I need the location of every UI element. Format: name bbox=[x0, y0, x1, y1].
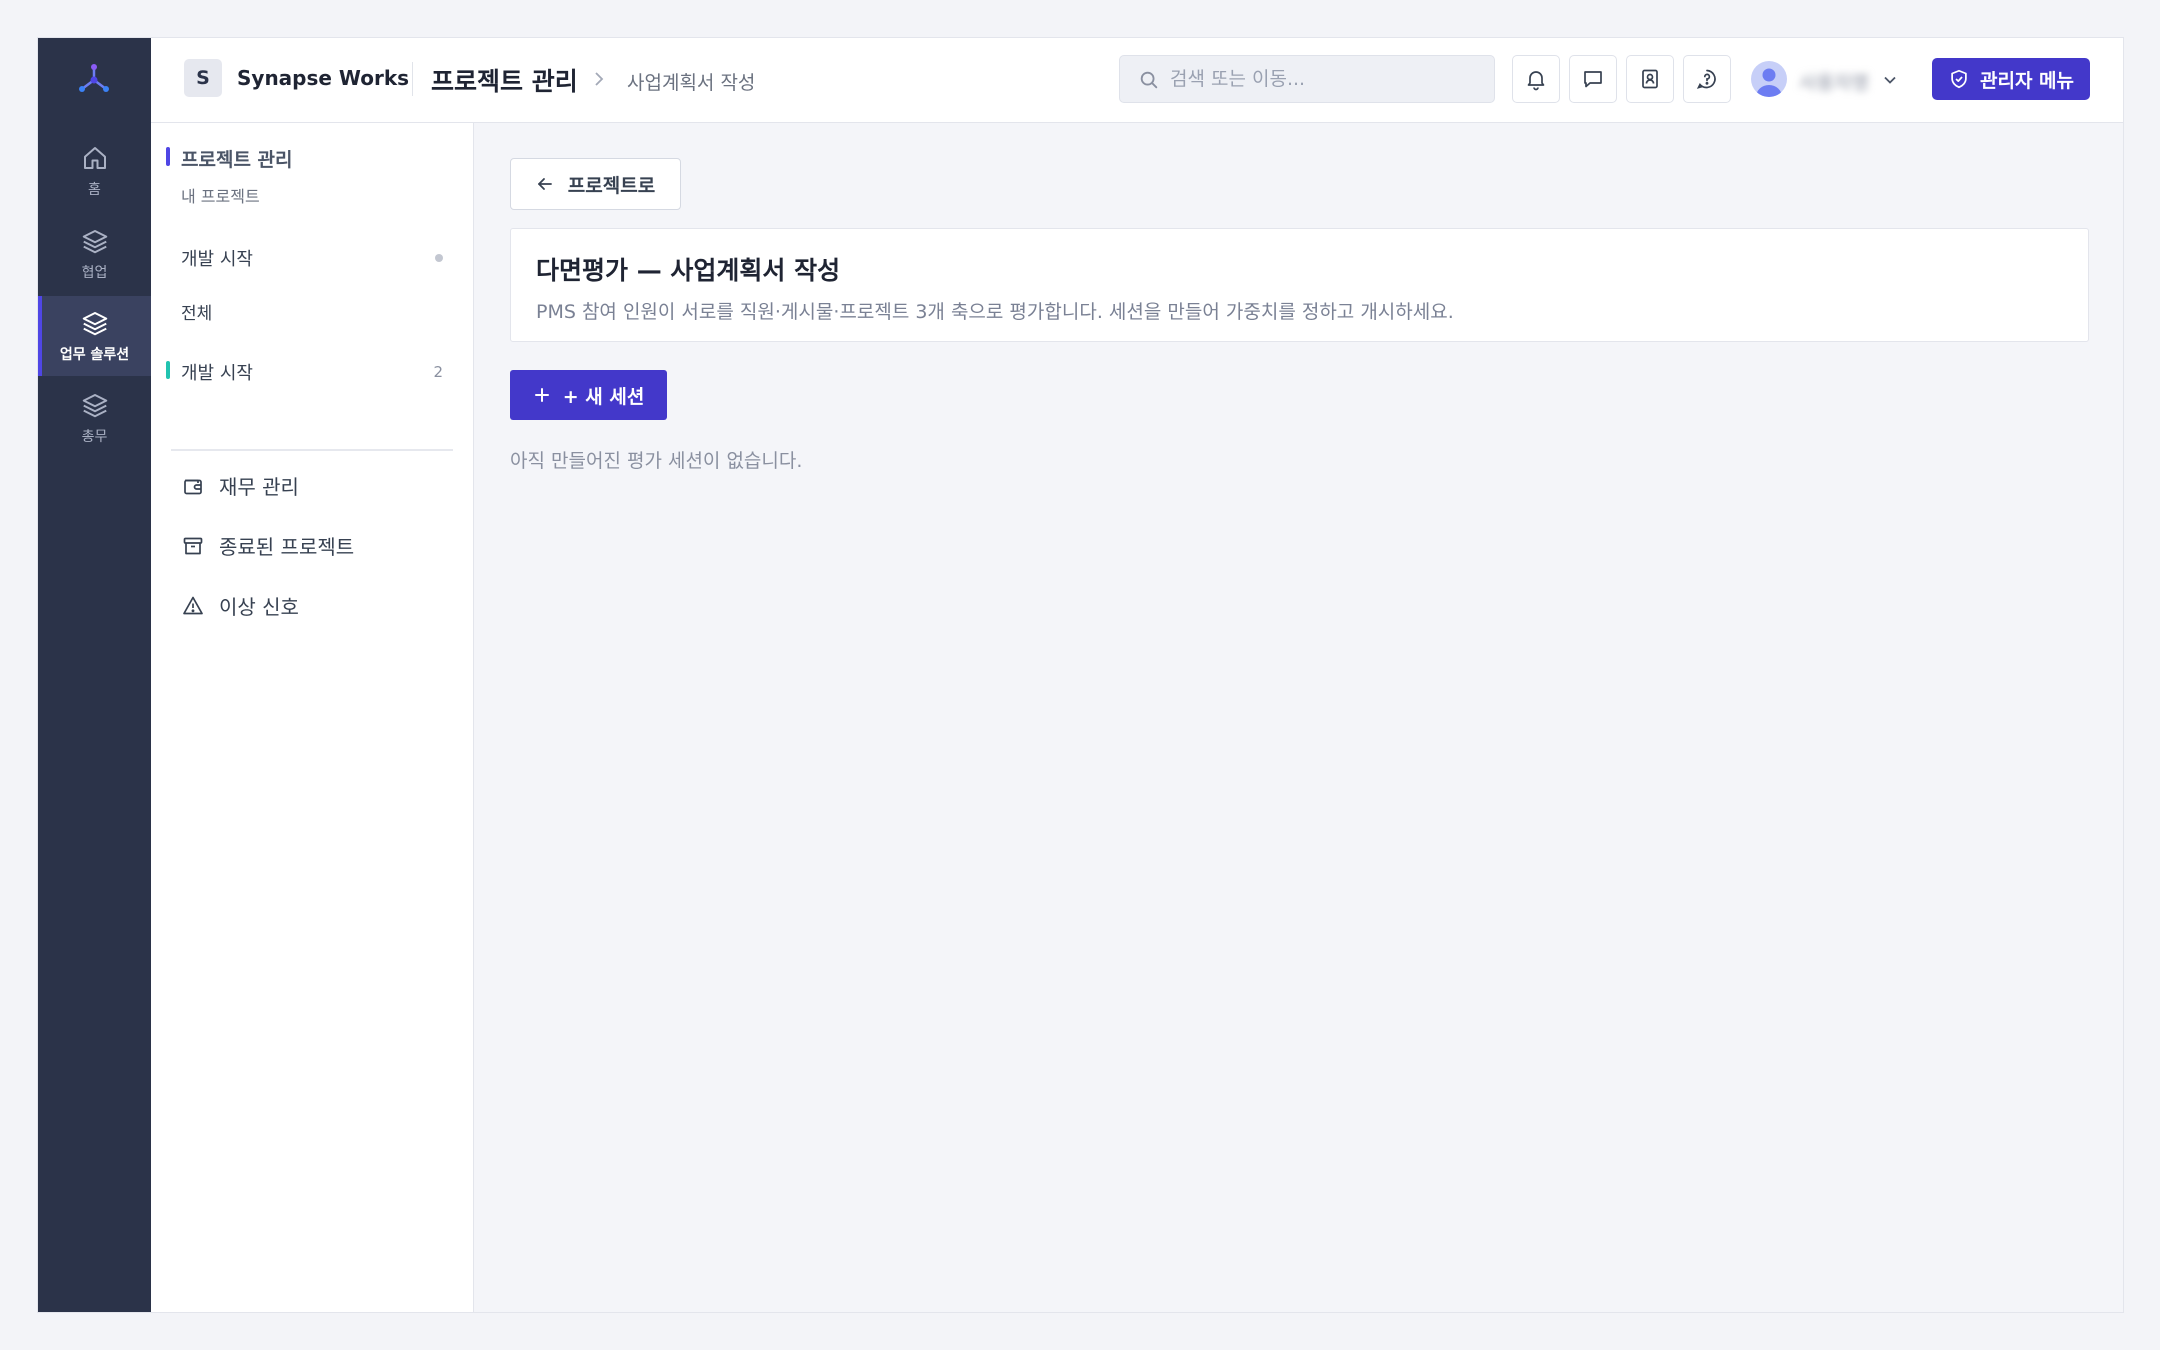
sidebar: 프로젝트 관리 내 프로젝트 개발 시작 전체 개발 시작 2 재무 관리 종료… bbox=[151, 123, 474, 1312]
bell-icon bbox=[1527, 71, 1545, 91]
rail-item-label: 홈 bbox=[88, 182, 101, 198]
rail-item-general-affairs[interactable]: 총무 bbox=[38, 378, 151, 458]
sidebar-item-label: 종료된 프로젝트 bbox=[219, 535, 355, 559]
archive-icon bbox=[183, 537, 203, 554]
sidebar-section-subtitle: 내 프로젝트 bbox=[181, 187, 260, 206]
new-session-label: + 새 세션 bbox=[562, 385, 645, 408]
rail-item-label: 협업 bbox=[81, 265, 108, 281]
wallet-icon bbox=[184, 479, 202, 494]
contact-book-icon bbox=[1642, 69, 1658, 89]
search-box[interactable] bbox=[1119, 55, 1495, 103]
new-session-button[interactable]: + 새 세션 bbox=[510, 370, 667, 420]
contacts-button[interactable] bbox=[1626, 55, 1674, 103]
workspace-badge[interactable]: S bbox=[184, 59, 222, 97]
chevron-right-icon bbox=[595, 72, 604, 86]
rail-item-label: 업무 솔루션 bbox=[59, 347, 130, 363]
warning-icon bbox=[183, 596, 203, 614]
app-logo-icon[interactable] bbox=[74, 60, 114, 100]
back-to-project-button[interactable]: 프로젝트로 bbox=[510, 158, 681, 210]
home-icon bbox=[83, 147, 106, 169]
sidebar-item-all[interactable]: 전체 bbox=[181, 299, 443, 324]
admin-menu-label: 관리자 메뉴 bbox=[1979, 69, 2074, 92]
sidebar-divider bbox=[171, 449, 453, 451]
sidebar-item-label: 이상 신호 bbox=[219, 595, 299, 619]
search-input[interactable] bbox=[1170, 68, 1470, 90]
header-divider bbox=[412, 62, 413, 96]
sidebar-item-project[interactable]: 개발 시작 2 bbox=[166, 359, 443, 385]
project-count: 2 bbox=[433, 363, 443, 381]
help-button[interactable] bbox=[1683, 55, 1731, 103]
breadcrumb: 사업계획서 작성 bbox=[627, 72, 756, 94]
arrow-left-icon bbox=[537, 178, 552, 190]
sidebar-section-title: 프로젝트 관리 bbox=[166, 145, 293, 172]
avatar[interactable] bbox=[1751, 61, 1787, 97]
chat-icon bbox=[1584, 71, 1602, 88]
rail-item-collab[interactable]: 협업 bbox=[38, 214, 151, 294]
sidebar-item-anomaly[interactable]: 이상 신호 bbox=[181, 591, 299, 620]
status-dot bbox=[435, 254, 443, 262]
sidebar-item-label: 전체 bbox=[181, 304, 213, 324]
sidebar-item-label: 개발 시작 bbox=[181, 363, 253, 384]
shield-check-icon bbox=[1951, 69, 1967, 89]
plus-icon bbox=[534, 388, 549, 402]
sidebar-item-finance[interactable]: 재무 관리 bbox=[181, 471, 299, 500]
sidebar-item-closed-projects[interactable]: 종료된 프로젝트 bbox=[181, 531, 354, 560]
card-description: PMS 참여 인원이 서로를 직원·게시물·프로젝트 3개 축으로 평가합니다.… bbox=[536, 301, 1454, 323]
app-window: 홈 협업 업무 솔루션 총무 S Synapse Works 프로젝트 관리 사… bbox=[37, 37, 2124, 1313]
back-button-label: 프로젝트로 bbox=[567, 174, 656, 197]
page-title[interactable]: 프로젝트 관리 bbox=[431, 62, 578, 98]
main-content: 프로젝트로 다면평가 — 사업계획서 작성 PMS 참여 인원이 서로를 직원·… bbox=[474, 123, 2123, 1312]
search-icon bbox=[1140, 71, 1158, 89]
evaluation-info-card: 다면평가 — 사업계획서 작성 PMS 참여 인원이 서로를 직원·게시물·프로… bbox=[510, 228, 2089, 342]
notifications-button[interactable] bbox=[1512, 55, 1560, 103]
card-title: 다면평가 — 사업계획서 작성 bbox=[536, 256, 841, 285]
admin-menu-button[interactable]: 관리자 메뉴 bbox=[1932, 58, 2090, 100]
sidebar-group-dev-start[interactable]: 개발 시작 bbox=[181, 245, 443, 271]
rail-item-work-solution[interactable]: 업무 솔루션 bbox=[38, 296, 151, 376]
rail-item-home[interactable]: 홈 bbox=[38, 131, 151, 211]
empty-state-text: 아직 만들어진 평가 세션이 없습니다. bbox=[510, 450, 803, 472]
user-avatar-icon bbox=[1756, 68, 1782, 97]
top-header: S Synapse Works 프로젝트 관리 사업계획서 작성 검색 또는 이… bbox=[151, 38, 2123, 123]
sidebar-item-label: 재무 관리 bbox=[219, 475, 299, 499]
layers-icon bbox=[82, 394, 107, 418]
messages-button[interactable] bbox=[1569, 55, 1617, 103]
user-name[interactable]: 사용자명 bbox=[1799, 68, 1869, 95]
rail-item-label: 총무 bbox=[81, 429, 108, 445]
layers-icon bbox=[82, 230, 107, 254]
help-chat-icon bbox=[1696, 69, 1716, 89]
chevron-down-icon[interactable] bbox=[1881, 71, 1899, 89]
app-rail: 홈 협업 업무 솔루션 총무 bbox=[38, 38, 151, 1312]
layers-icon bbox=[82, 312, 107, 336]
workspace-name[interactable]: Synapse Works bbox=[237, 66, 409, 90]
sidebar-item-label: 개발 시작 bbox=[181, 249, 253, 270]
